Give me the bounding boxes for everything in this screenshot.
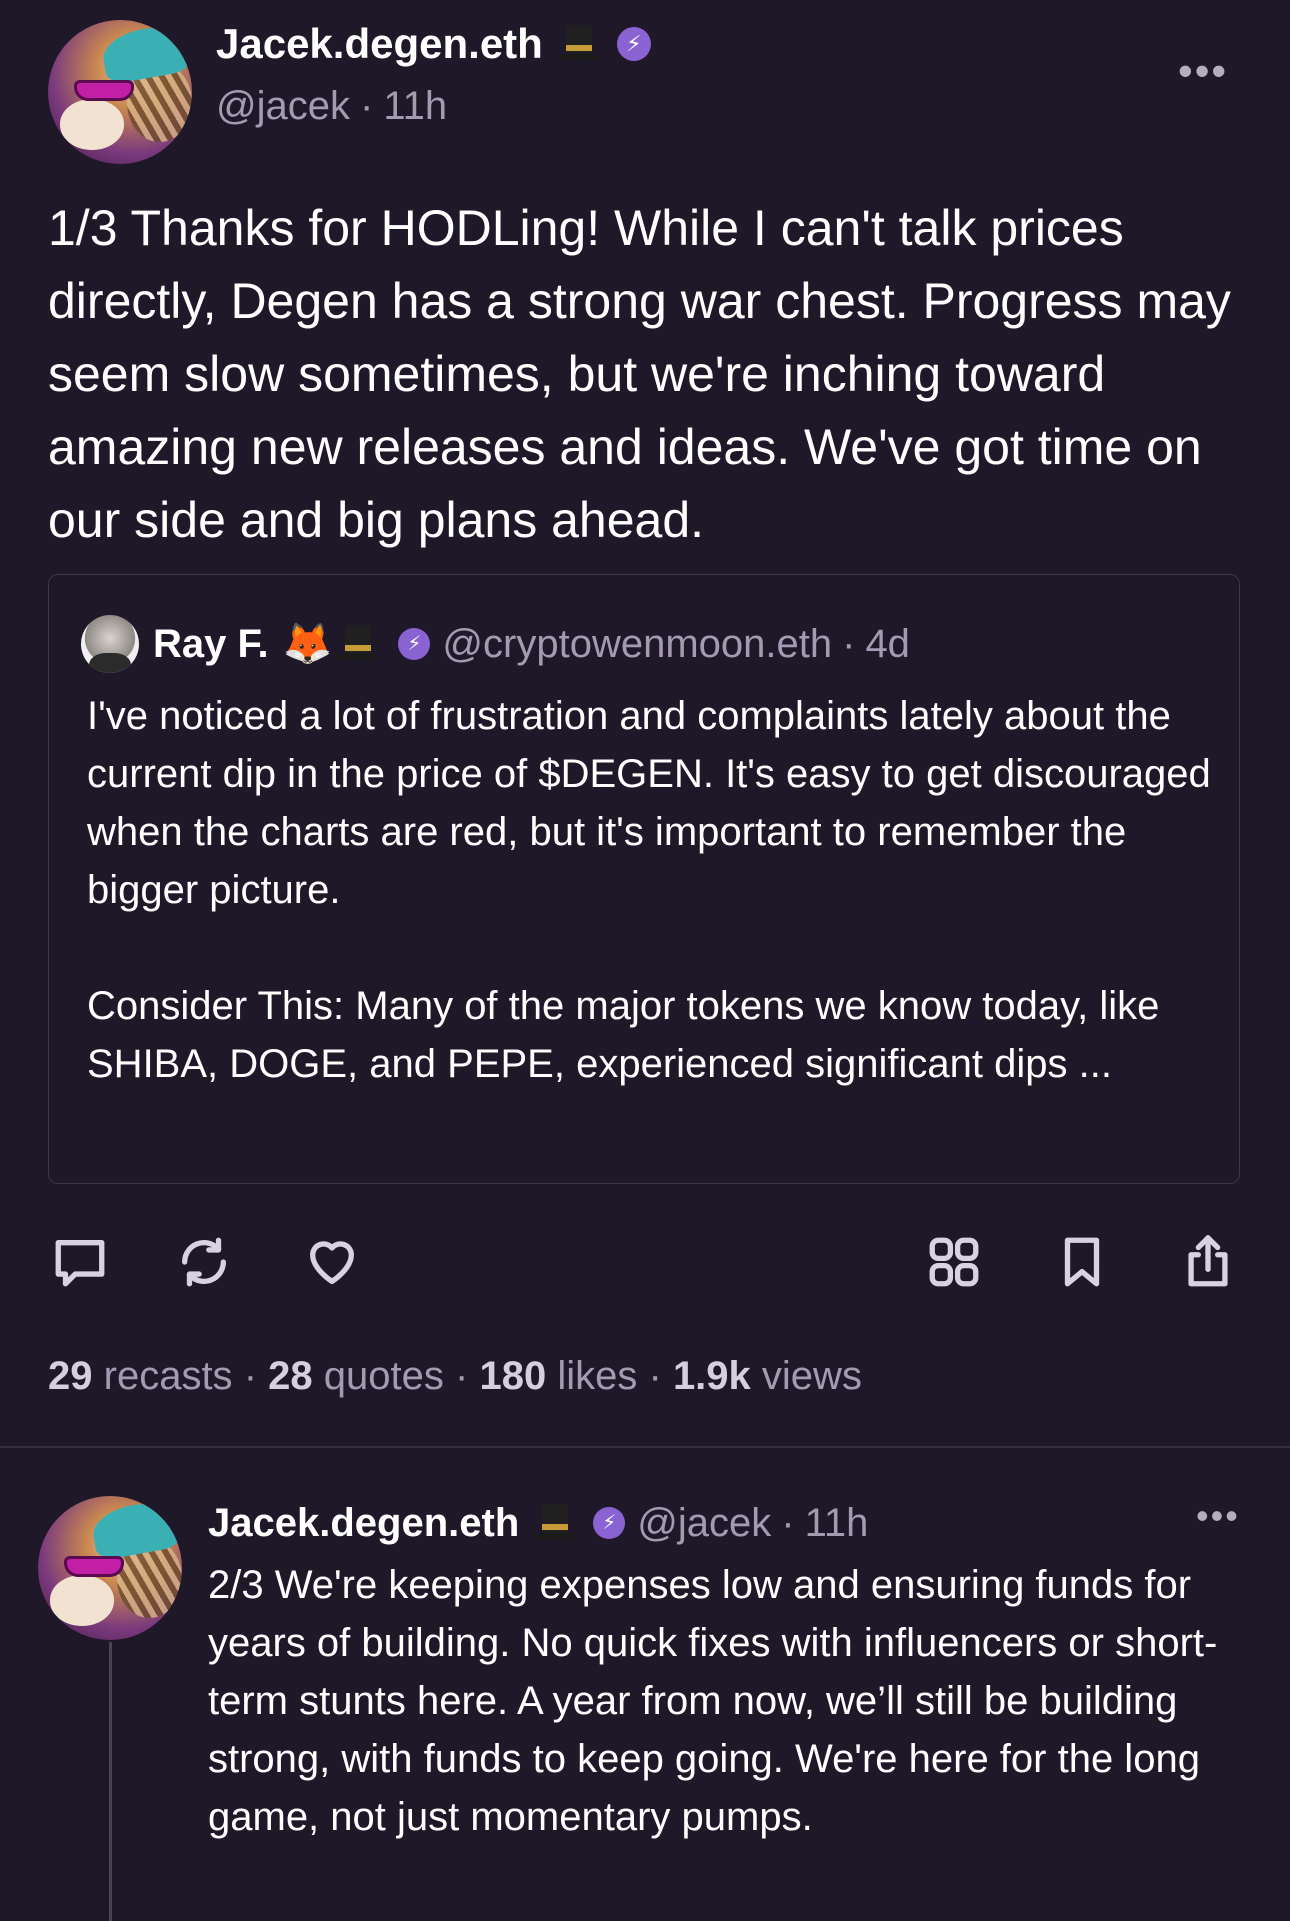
separator: · [243,1354,258,1398]
separator: · [648,1354,662,1398]
recasts-count[interactable]: 29 [48,1354,93,1398]
thread-line [109,1642,112,1921]
power-badge-icon: ⚡ [593,1507,626,1539]
engagement-stats: 29 recasts · 28 quotes · 180 likes · 1.9… [48,1354,862,1399]
top-hat-icon [336,625,381,663]
reply-body: 2/3 We're keeping expenses low and ensur… [208,1563,1218,1839]
recasts-label[interactable]: recasts [104,1354,233,1398]
author-name[interactable]: Jacek.degen.eth [216,20,543,68]
separator: · [842,621,856,666]
views-count: 1.9k [672,1354,751,1398]
quotes-count[interactable]: 28 [268,1354,313,1398]
reply-author-name[interactable]: Jacek.degen.eth [208,1501,519,1546]
recast-icon[interactable] [172,1230,236,1294]
avatar[interactable] [38,1496,182,1640]
likes-label[interactable]: likes [557,1354,637,1398]
separator: · [455,1354,469,1398]
quote-author-row: Ray F. 🦊 ⚡ @cryptowenmoon.eth · 4d [153,615,910,673]
quote-author-name[interactable]: Ray F. [153,622,269,667]
separator: · [359,84,374,128]
quote-avatar[interactable] [81,615,139,673]
heart-icon[interactable] [300,1230,364,1294]
post-body: 1/3 Thanks for HODLing! While I can't ta… [48,200,1245,548]
handle-time-row: @jacek · 11h [216,84,447,129]
comment-icon[interactable] [48,1230,112,1294]
bookmark-icon[interactable] [1050,1230,1114,1294]
quote-time: 4d [865,621,910,666]
author-handle[interactable]: @jacek [216,84,350,129]
fox-icon: 🦊 [282,622,333,666]
grid-icon[interactable] [922,1230,986,1294]
reply-author-row: Jacek.degen.eth ⚡ @jacek · 11h [208,1494,868,1552]
quoted-cast[interactable]: Ray F. 🦊 ⚡ @cryptowenmoon.eth · 4d I've … [48,574,1240,1184]
separator: · [781,1500,795,1545]
reply-post[interactable]: Jacek.degen.eth ⚡ @jacek · 11h ••• 2/3 W… [0,1448,1290,1921]
power-badge-icon: ⚡ [398,628,431,660]
avatar[interactable] [48,20,192,164]
quote-body: I've noticed a lot of frustration and co… [87,694,1211,1086]
main-post[interactable]: Jacek.degen.eth ⚡ @jacek · 11h ••• 1/3 T… [0,0,1290,1446]
top-hat-icon [556,25,601,63]
reply-handle[interactable]: @jacek [637,1501,771,1546]
power-badge-icon: ⚡ [616,27,651,61]
post-time[interactable]: 11h [383,84,447,129]
quotes-label[interactable]: quotes [324,1354,444,1398]
top-hat-icon [533,1504,578,1542]
reply-time[interactable]: 11h [805,1501,869,1546]
more-options-icon[interactable]: ••• [1196,1498,1240,1534]
action-bar [0,1230,1290,1300]
quote-handle[interactable]: @cryptowenmoon.eth [442,622,832,667]
views-label: views [761,1354,862,1398]
share-icon[interactable] [1176,1230,1240,1294]
author-row: Jacek.degen.eth ⚡ [216,18,651,70]
more-options-icon[interactable]: ••• [1178,50,1228,92]
likes-count[interactable]: 180 [479,1354,546,1398]
